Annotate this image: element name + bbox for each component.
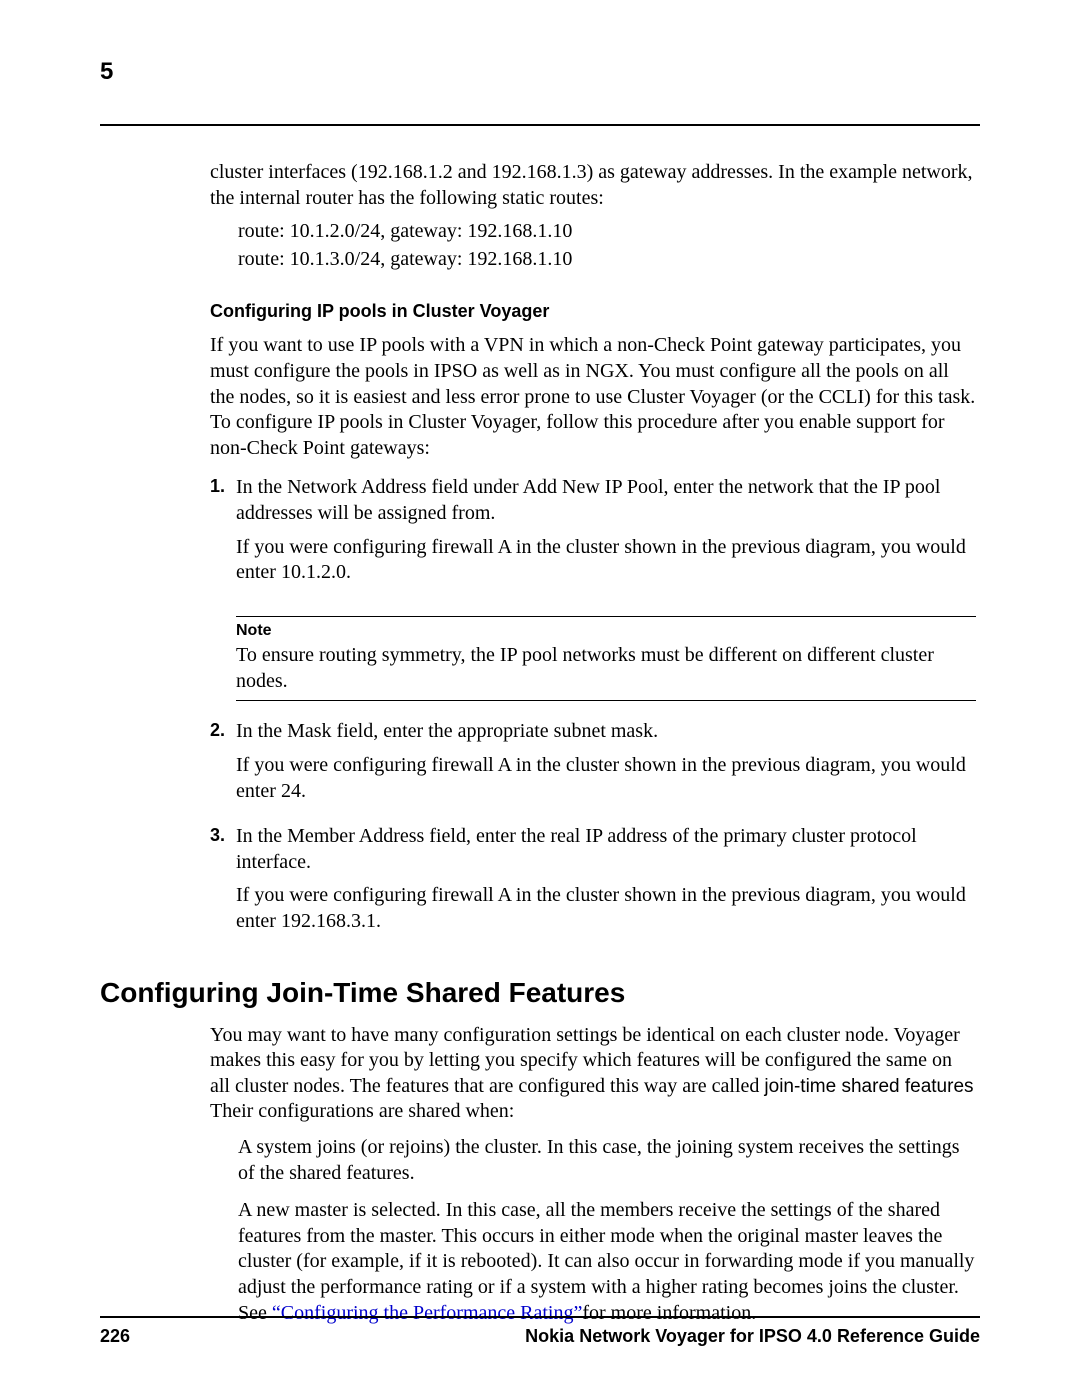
subheading-ip-pools: Configuring IP pools in Cluster Voyager — [210, 300, 976, 323]
static-route-1: route: 10.1.2.0/24, gateway: 192.168.1.1… — [238, 219, 976, 245]
note-label: Note — [236, 621, 976, 641]
join-time-shared-features-term: join-time shared features — [764, 1076, 973, 1097]
note-box: Note To ensure routing symmetry, the IP … — [236, 616, 976, 702]
join-intro-c: Their configurations are shared when: — [210, 1100, 514, 1122]
footer-rule — [100, 1316, 980, 1318]
join-bullet-2: A new master is selected. In this case, … — [238, 1198, 976, 1326]
footer-title: Nokia Network Voyager for IPSO 4.0 Refer… — [525, 1326, 980, 1347]
section-heading-join-time: Configuring Join-Time Shared Features — [100, 977, 980, 1009]
step-3-text: In the Member Address field, enter the r… — [236, 824, 976, 875]
note-bottom-rule — [236, 700, 976, 701]
page-number: 226 — [100, 1326, 130, 1347]
join-bullet-1: A system joins (or rejoins) the cluster.… — [238, 1135, 976, 1186]
step-1-number: 1. — [210, 475, 236, 591]
step-2-number: 2. — [210, 719, 236, 810]
step-1-followup: If you were configuring firewall A in th… — [236, 535, 976, 586]
step-2-followup: If you were configuring firewall A in th… — [236, 753, 976, 804]
join-time-intro: You may want to have many configuration … — [210, 1023, 976, 1125]
intro-paragraph: cluster interfaces (192.168.1.2 and 192.… — [210, 160, 976, 211]
step-3-followup: If you were configuring firewall A in th… — [236, 883, 976, 934]
ip-pools-intro: If you want to use IP pools with a VPN i… — [210, 333, 976, 461]
step-3: 3. In the Member Address field, enter th… — [210, 824, 976, 940]
page-footer: 226 Nokia Network Voyager for IPSO 4.0 R… — [100, 1316, 980, 1347]
chapter-number: 5 — [100, 58, 980, 86]
note-top-rule — [236, 616, 976, 617]
step-1-text: In the Network Address field under Add N… — [236, 475, 976, 526]
static-route-2: route: 10.1.3.0/24, gateway: 192.168.1.1… — [238, 247, 976, 273]
step-2: 2. In the Mask field, enter the appropri… — [210, 719, 976, 810]
chapter-rule — [100, 124, 980, 126]
note-text: To ensure routing symmetry, the IP pool … — [236, 643, 976, 694]
step-3-number: 3. — [210, 824, 236, 940]
step-2-text: In the Mask field, enter the appropriate… — [236, 719, 976, 745]
step-1: 1. In the Network Address field under Ad… — [210, 475, 976, 591]
